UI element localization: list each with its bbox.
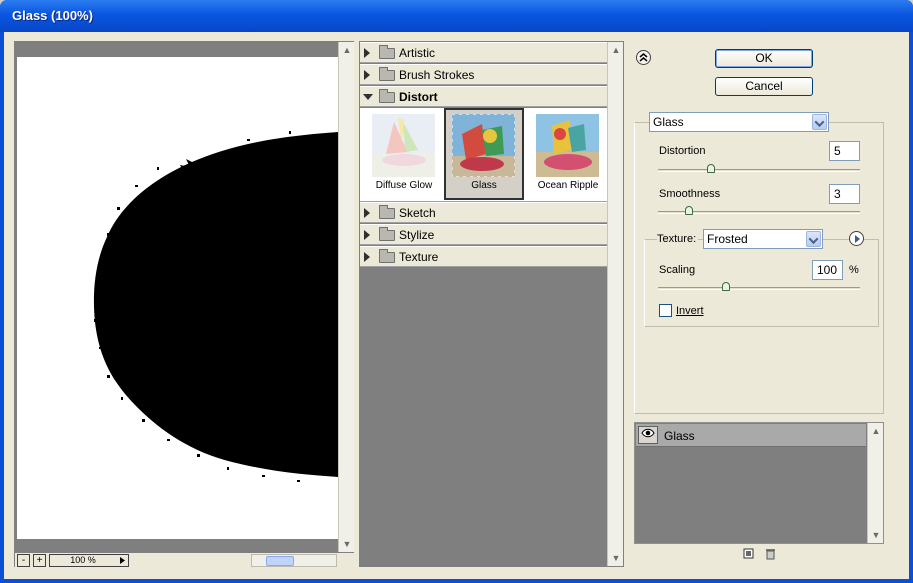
cancel-button[interactable]: Cancel	[715, 77, 813, 96]
horizontal-scroll-thumb[interactable]	[266, 556, 294, 566]
layers-vertical-scrollbar[interactable]: ▲ ▼	[867, 423, 883, 543]
folder-icon	[379, 227, 395, 241]
filter-select-value: Glass	[653, 115, 684, 129]
folder-icon	[379, 249, 395, 263]
category-artistic[interactable]: Artistic	[360, 42, 607, 63]
thumb-glass[interactable]: Glass	[444, 108, 524, 200]
slider-knob[interactable]	[722, 282, 731, 291]
distortion-input[interactable]: 5	[829, 141, 860, 161]
distortion-label: Distortion	[659, 145, 706, 157]
preview-vertical-scrollbar[interactable]: ▲ ▼	[338, 42, 354, 552]
scroll-down-arrow-icon[interactable]: ▼	[868, 527, 884, 543]
smoothness-input[interactable]: 3	[829, 184, 860, 204]
texture-select-value: Frosted	[707, 232, 748, 246]
category-stylize[interactable]: Stylize	[360, 224, 607, 245]
preview-top-margin	[15, 42, 338, 57]
category-texture[interactable]: Texture	[360, 246, 607, 267]
glass-thumbnail	[452, 114, 515, 177]
effect-layer-name: Glass	[664, 429, 695, 443]
folder-icon	[379, 45, 395, 59]
zoom-level-field[interactable]: 100 %	[49, 554, 117, 567]
delete-effect-layer-icon[interactable]	[764, 548, 776, 560]
invert-checkbox[interactable]	[659, 304, 672, 317]
scaling-slider[interactable]	[658, 282, 860, 291]
folder-icon	[379, 67, 395, 81]
zoom-in-button[interactable]: +	[33, 554, 46, 567]
zoom-bar: - + 100 %	[15, 552, 354, 567]
ok-button[interactable]: OK	[715, 49, 813, 68]
scroll-up-arrow-icon[interactable]: ▲	[868, 423, 884, 439]
new-effect-layer-icon[interactable]	[742, 548, 754, 560]
category-label: Distort	[399, 90, 438, 104]
load-texture-menu-icon[interactable]	[849, 231, 864, 246]
preview-panel: ▲ ▼ - + 100 %	[14, 41, 354, 567]
chevron-down-icon[interactable]	[806, 231, 821, 247]
slider-knob[interactable]	[685, 206, 694, 215]
expand-arrow-icon[interactable]	[364, 252, 370, 262]
eye-icon[interactable]	[638, 426, 658, 444]
texture-label: Texture:	[657, 233, 699, 245]
slider-knob[interactable]	[706, 164, 715, 173]
diffuse-glow-thumbnail	[372, 114, 435, 177]
category-brush-strokes[interactable]: Brush Strokes	[360, 64, 607, 85]
zoom-out-button[interactable]: -	[17, 554, 30, 567]
expand-arrow-icon[interactable]	[364, 48, 370, 58]
dialog-client: ▲ ▼ - + 100 % Artistic Brush Strokes Dis…	[4, 32, 909, 579]
category-label: Artistic	[399, 46, 435, 60]
title-bar[interactable]: Glass (100%)	[0, 0, 913, 32]
filter-browser: Artistic Brush Strokes Distort Diffuse G…	[359, 41, 624, 567]
distortion-slider[interactable]	[658, 164, 860, 173]
window-title: Glass (100%)	[12, 8, 93, 23]
thumb-label: Glass	[471, 180, 497, 191]
category-label: Brush Strokes	[399, 68, 475, 82]
category-label: Texture	[399, 250, 439, 264]
smoothness-label: Smoothness	[659, 188, 721, 200]
preview-horizontal-scrollbar[interactable]	[251, 554, 337, 567]
expand-arrow-icon[interactable]	[364, 208, 370, 218]
thumb-label: Diffuse Glow	[375, 180, 433, 191]
thumb-diffuse-glow[interactable]: Diffuse Glow	[364, 108, 444, 200]
smoothness-slider[interactable]	[658, 206, 860, 215]
scaling-unit: %	[849, 264, 859, 276]
effect-layer-row[interactable]: Glass	[636, 424, 866, 447]
zoom-menu-arrow-icon[interactable]	[116, 554, 129, 567]
folder-icon	[379, 205, 395, 219]
collapse-arrow-icon[interactable]	[363, 94, 373, 100]
thumb-ocean-ripple[interactable]: Ocean Ripple	[528, 108, 608, 200]
effect-layers-panel: Glass ▲ ▼	[634, 422, 884, 544]
expand-arrow-icon[interactable]	[364, 230, 370, 240]
preview-bottom-margin	[15, 539, 338, 552]
collapse-browser-icon[interactable]	[636, 50, 651, 65]
scroll-up-arrow-icon[interactable]: ▲	[608, 42, 624, 58]
browser-vertical-scrollbar[interactable]: ▲ ▼	[607, 42, 623, 566]
scroll-up-arrow-icon[interactable]: ▲	[339, 42, 355, 58]
scroll-down-arrow-icon[interactable]: ▼	[339, 536, 355, 552]
category-distort[interactable]: Distort	[360, 86, 607, 107]
preview-image	[17, 57, 338, 539]
filter-select[interactable]: Glass	[649, 112, 829, 132]
preview-canvas[interactable]	[17, 57, 338, 539]
expand-arrow-icon[interactable]	[364, 70, 370, 80]
scaling-input[interactable]: 100	[812, 260, 843, 280]
dialog-window: Glass (100%) ▲ ▼ - + 100 % Artistic Brus…	[0, 0, 913, 583]
invert-label[interactable]: Invert	[676, 305, 704, 317]
texture-select[interactable]: Frosted	[703, 229, 823, 249]
category-sketch[interactable]: Sketch	[360, 202, 607, 223]
thumb-label: Ocean Ripple	[537, 180, 599, 191]
chevron-down-icon[interactable]	[812, 114, 827, 130]
scroll-down-arrow-icon[interactable]: ▼	[608, 550, 624, 566]
category-label: Sketch	[399, 206, 436, 220]
category-label: Stylize	[399, 228, 435, 242]
filter-thumbnails: Diffuse Glow Glass Ocean Ripple	[360, 108, 607, 202]
scaling-label: Scaling	[659, 264, 696, 276]
open-folder-icon	[379, 89, 395, 103]
ocean-ripple-thumbnail	[536, 114, 599, 177]
